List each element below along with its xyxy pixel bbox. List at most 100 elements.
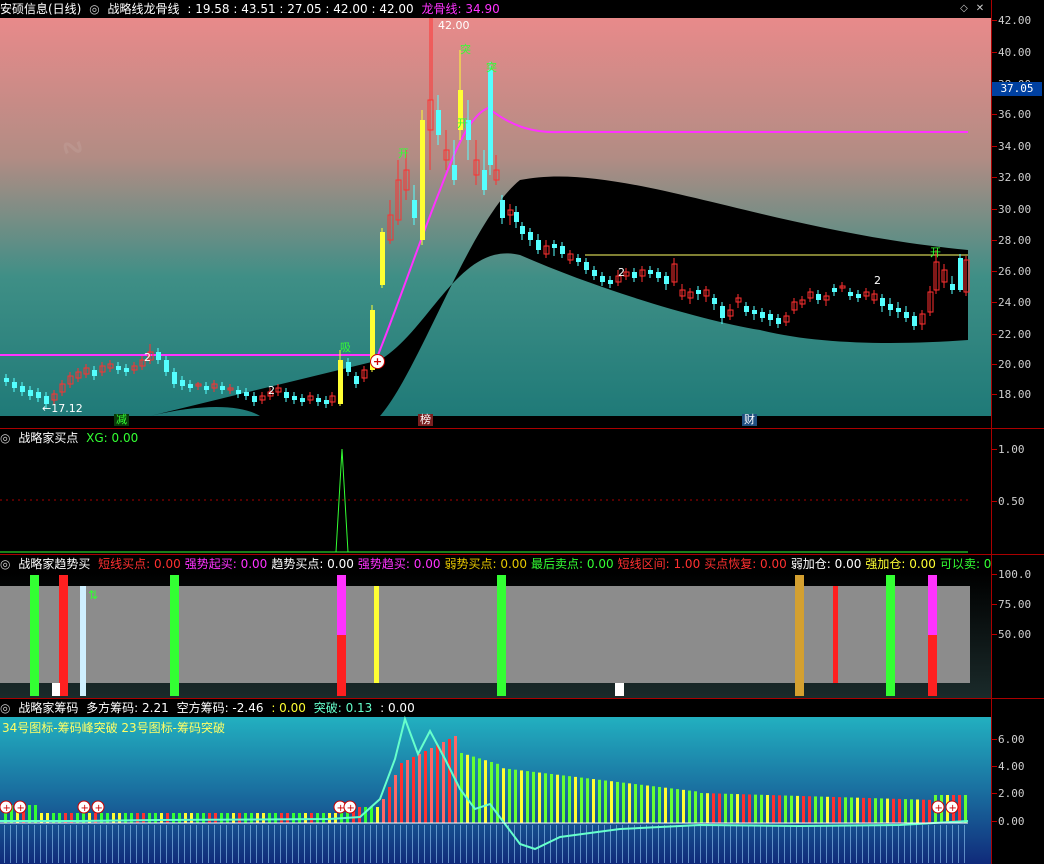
chip-bar bbox=[208, 813, 211, 823]
chip-neg-bar bbox=[106, 825, 107, 863]
chip-bar bbox=[172, 813, 175, 823]
chip-neg-bar bbox=[412, 825, 413, 863]
chip-neg-bar bbox=[268, 825, 269, 863]
close-icon[interactable]: ✕ bbox=[974, 3, 986, 15]
chip-bar bbox=[670, 788, 673, 823]
chip-neg-bar bbox=[70, 825, 71, 863]
chip-bar bbox=[298, 813, 301, 823]
chip-bar bbox=[154, 813, 157, 823]
axis-tick bbox=[992, 739, 997, 740]
chip-neg-bar bbox=[88, 825, 89, 863]
chip-bar bbox=[316, 813, 319, 823]
buy-signal-icon[interactable]: + bbox=[370, 354, 385, 369]
chip-neg-bar bbox=[808, 825, 809, 863]
collapse-icon[interactable]: ◎ bbox=[0, 431, 10, 445]
axis-tick bbox=[992, 766, 997, 767]
chip-neg-bar bbox=[226, 825, 227, 863]
marker-bang[interactable]: 榜 bbox=[418, 414, 433, 426]
chip-bar bbox=[928, 799, 931, 823]
chip-bar bbox=[532, 771, 535, 823]
candle bbox=[744, 306, 749, 312]
chip-bar bbox=[598, 779, 601, 823]
price-chart-panel[interactable]: 安硕信息(日线) ◎ 战略线龙骨线 : 19.58 : 43.51 : 27.0… bbox=[0, 0, 992, 428]
candle bbox=[712, 298, 717, 304]
chip-bar bbox=[916, 799, 919, 823]
trend-item-7: 买点恢复: 0.00 bbox=[704, 557, 787, 571]
chip-bar bbox=[214, 813, 217, 823]
chip-title[interactable]: 战略家筹码 bbox=[18, 701, 78, 715]
chip-neg-bar bbox=[130, 825, 131, 863]
chip-bar bbox=[544, 773, 547, 823]
chip-neg-bar bbox=[178, 825, 179, 863]
collapse-icon[interactable]: ◎ bbox=[0, 557, 10, 571]
trend-bar bbox=[52, 683, 60, 696]
chip-neg-bar bbox=[202, 825, 203, 863]
candle bbox=[316, 398, 321, 402]
trend-item-8: 弱加仓: 0.00 bbox=[790, 557, 862, 571]
stock-title[interactable]: 安硕信息(日线) bbox=[0, 2, 81, 16]
candle bbox=[560, 246, 565, 254]
candle bbox=[380, 232, 385, 285]
chip-neg-bar bbox=[34, 825, 35, 863]
chip-bar bbox=[238, 813, 241, 823]
chip-signal-plus: + bbox=[81, 803, 89, 814]
collapse-icon[interactable]: ◎ bbox=[89, 2, 99, 16]
chip-neg-bar bbox=[148, 825, 149, 863]
indicator-name[interactable]: 战略线龙骨线 bbox=[108, 2, 180, 16]
chip-neg-bar bbox=[652, 825, 653, 863]
chip-neg-bar bbox=[598, 825, 599, 863]
chip-neg-bar bbox=[46, 825, 47, 863]
candle bbox=[452, 165, 457, 180]
buy-title[interactable]: 战略家买点 bbox=[18, 431, 78, 445]
chip-neg-bar bbox=[76, 825, 77, 863]
axis-label: 42.00 bbox=[998, 14, 1032, 27]
candle bbox=[856, 294, 861, 298]
chip-neg-bar bbox=[340, 825, 341, 863]
candle bbox=[576, 258, 581, 262]
axis-label: 0.00 bbox=[998, 815, 1025, 828]
chip-neg-bar bbox=[760, 825, 761, 863]
trend-title[interactable]: 战略家趋势买 bbox=[18, 557, 90, 571]
trend-item-6: 短线区间: 1.00 bbox=[617, 557, 701, 571]
chip-neg-bar bbox=[82, 825, 83, 863]
candle bbox=[552, 244, 557, 248]
chip-bar bbox=[184, 813, 187, 823]
chip-panel[interactable]: + + + + + + + + ◎ 战略家筹码 多方筹码: 2.21 空方筹码: -2.46 … bbox=[0, 699, 992, 864]
chip-neg-bar bbox=[904, 825, 905, 863]
trend-panel[interactable]: ⇅ ◎ 战略家趋势买 短线买点: 0.00 强势起买: 0.00 趋势买点: 0.0… bbox=[0, 555, 992, 698]
axis-tick bbox=[992, 52, 997, 53]
buy-point-panel[interactable]: ◎ 战略家买点 XG: 0.00 bbox=[0, 429, 992, 554]
chip-neg-bar bbox=[586, 825, 587, 863]
candle bbox=[584, 262, 589, 270]
marker-cai[interactable]: 财 bbox=[742, 414, 757, 426]
candle bbox=[412, 200, 417, 218]
collapse-icon[interactable]: ◎ bbox=[0, 701, 10, 715]
chip-bar bbox=[376, 807, 379, 823]
chip-bar bbox=[640, 784, 643, 823]
axis-label: 22.00 bbox=[998, 328, 1032, 341]
chip-bar bbox=[478, 758, 481, 823]
chip-bar bbox=[166, 813, 169, 823]
chip-axis: 6.00 4.00 2.00 0.00 bbox=[992, 699, 1044, 864]
chip-bar bbox=[196, 813, 199, 823]
marker-jian[interactable]: 减 bbox=[114, 414, 129, 426]
chip-bar bbox=[832, 796, 835, 823]
axis-tick bbox=[992, 209, 997, 210]
chip-bar bbox=[394, 775, 397, 823]
diamond-icon[interactable]: ◇ bbox=[958, 3, 970, 15]
axis-label: 30.00 bbox=[998, 203, 1032, 216]
chip-neg-bar bbox=[166, 825, 167, 863]
chip-neg-bar bbox=[718, 825, 719, 863]
chip-bar bbox=[256, 813, 259, 823]
chip-neg-bar bbox=[490, 825, 491, 863]
candle bbox=[28, 390, 33, 396]
chip-neg-bar bbox=[94, 825, 95, 863]
axis-tick bbox=[992, 177, 997, 178]
trend-bar bbox=[497, 575, 506, 696]
chip-neg-bar bbox=[700, 825, 701, 863]
chip-neg-bar bbox=[556, 825, 557, 863]
chip-neg-bar bbox=[682, 825, 683, 863]
chip-bar bbox=[706, 793, 709, 823]
candle bbox=[180, 380, 185, 386]
buy-axis: 1.00 0.50 bbox=[992, 429, 1044, 554]
